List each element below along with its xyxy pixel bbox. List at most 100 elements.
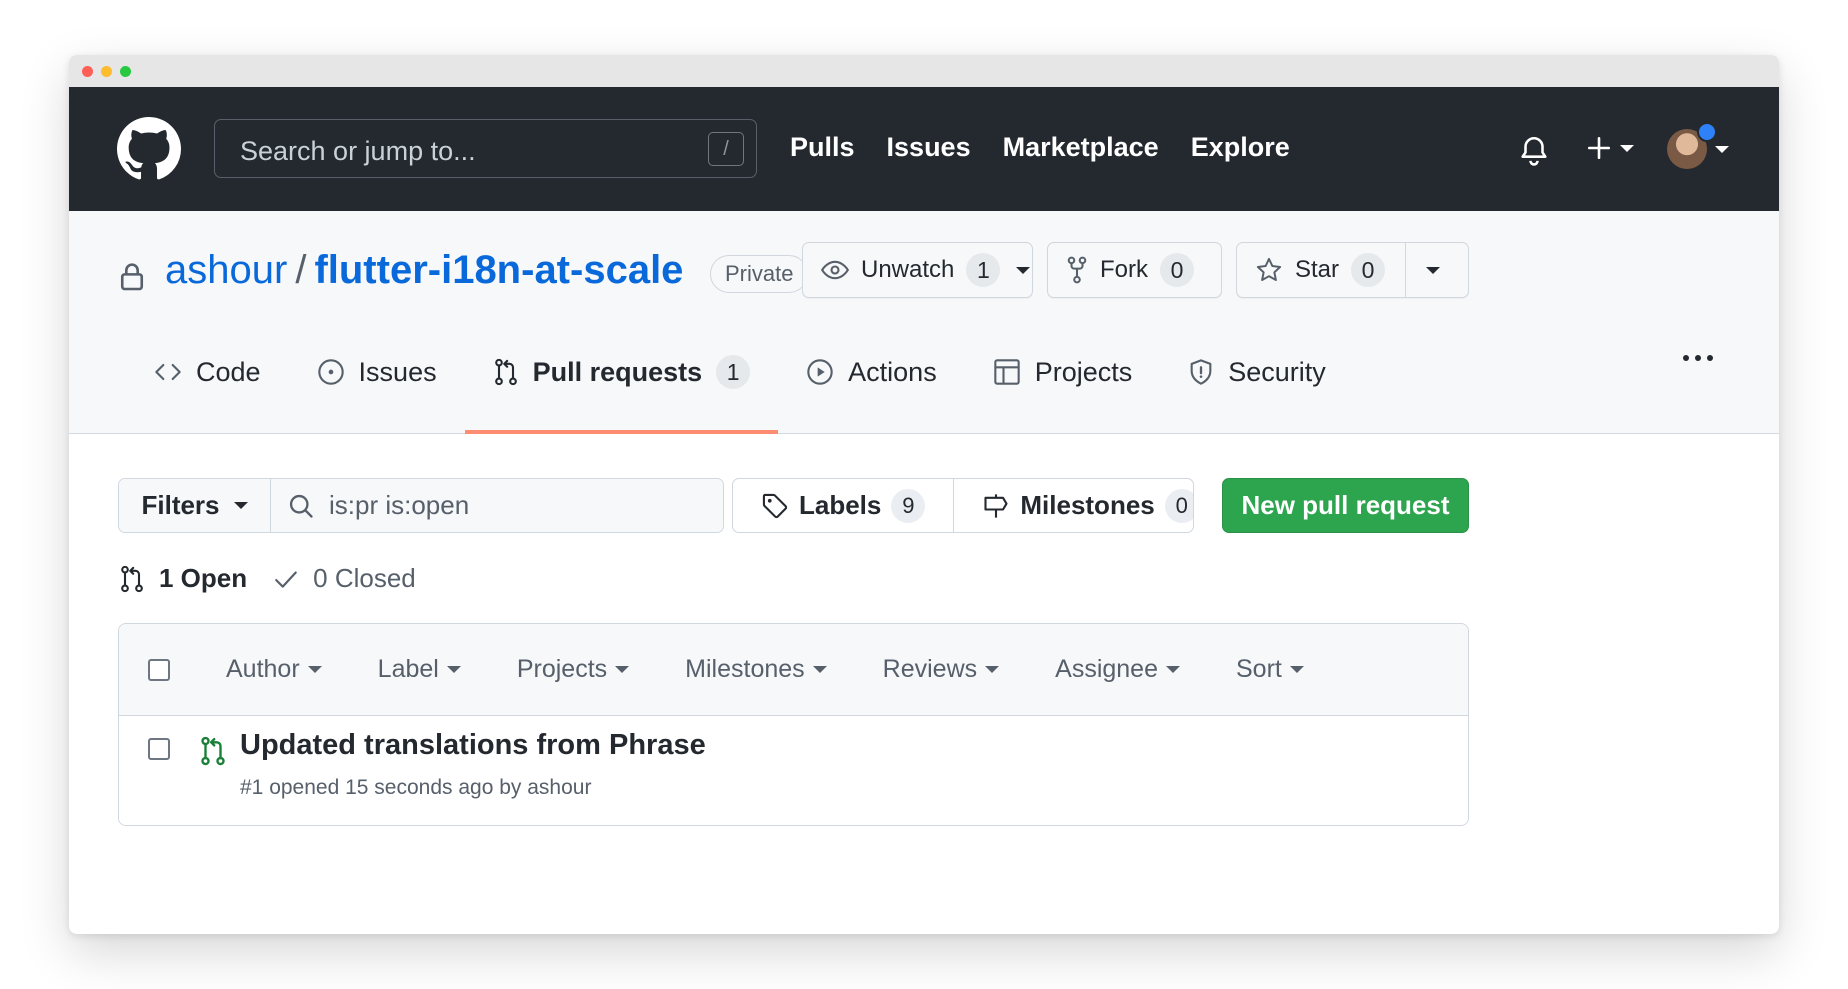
unwatch-button[interactable]: Unwatch 1: [803, 243, 1010, 297]
unread-indicator-dot: [1697, 122, 1717, 142]
git-pull-request-open-icon: [201, 736, 225, 766]
list-header-filters: Author Label Projects Milestones Reviews…: [226, 624, 1304, 715]
fork-label: Fork: [1100, 256, 1148, 283]
lock-icon: [120, 263, 144, 291]
tab-issues-label: Issues: [358, 356, 437, 387]
pr-title-link[interactable]: Updated translations from Phrase: [240, 729, 706, 762]
window-titlebar: [69, 55, 1779, 87]
close-window-button[interactable]: [82, 66, 93, 77]
tab-actions-label: Actions: [848, 356, 937, 387]
check-icon: [275, 570, 297, 588]
milestones-label: Milestones: [1020, 490, 1155, 520]
author-filter-dropdown[interactable]: Author: [226, 655, 322, 684]
table-icon: [993, 359, 1020, 385]
author-filter-label: Author: [226, 655, 300, 683]
milestones-button[interactable]: Milestones 0: [953, 479, 1193, 532]
shield-icon: [1190, 359, 1212, 385]
nav-issues[interactable]: Issues: [887, 132, 971, 163]
caret-down-icon: [1426, 266, 1441, 274]
filters-label: Filters: [141, 490, 220, 520]
filters-dropdown[interactable]: Filters: [119, 479, 271, 532]
pr-select-checkbox[interactable]: [148, 738, 170, 760]
open-prs-link[interactable]: 1 Open: [119, 563, 247, 594]
tab-security[interactable]: Security: [1160, 324, 1354, 420]
sort-dropdown[interactable]: Sort: [1236, 655, 1304, 684]
repo-title: ashour / flutter-i18n-at-scale: [165, 248, 683, 293]
list-item: Updated translations from Phrase #1 open…: [119, 716, 1468, 825]
tab-pull-requests[interactable]: Pull requests 1: [464, 324, 779, 434]
minimize-window-button[interactable]: [101, 66, 112, 77]
caret-down-icon: [615, 666, 630, 673]
pull-requests-count: 1: [716, 355, 751, 389]
assignee-filter-dropdown[interactable]: Assignee: [1055, 655, 1180, 684]
search-shortcut-key: /: [708, 132, 744, 166]
global-search-input[interactable]: Search or jump to... /: [214, 119, 757, 178]
git-pull-request-icon: [494, 358, 517, 386]
milestones-filter-label: Milestones: [685, 655, 805, 683]
tab-code-label: Code: [196, 356, 261, 387]
github-logo-icon[interactable]: [117, 117, 181, 181]
reviews-filter-dropdown[interactable]: Reviews: [883, 655, 1000, 684]
tab-issues[interactable]: Issues: [289, 324, 465, 420]
milestones-filter-dropdown[interactable]: Milestones: [685, 655, 827, 684]
caret-down-icon: [1715, 145, 1729, 153]
nav-pulls[interactable]: Pulls: [790, 132, 855, 163]
nav-marketplace[interactable]: Marketplace: [1003, 132, 1159, 163]
more-tabs-button[interactable]: [1683, 355, 1713, 361]
unwatch-label: Unwatch: [861, 256, 955, 283]
create-new-dropdown[interactable]: [1586, 135, 1634, 161]
play-icon: [807, 359, 833, 385]
tab-projects[interactable]: Projects: [965, 324, 1161, 420]
tab-actions[interactable]: Actions: [778, 324, 965, 420]
pull-request-search-input[interactable]: is:pr is:open: [271, 479, 723, 532]
caret-down-icon: [1166, 666, 1180, 673]
milestones-count: 0: [1164, 488, 1193, 523]
star-label: Star: [1295, 256, 1340, 283]
watchers-count: 1: [966, 253, 1001, 287]
kebab-dot: [1707, 355, 1713, 361]
repo-tabs: Code Issues Pull requests 1 Actions Proj…: [126, 324, 1354, 434]
select-all-checkbox[interactable]: [148, 659, 170, 681]
eye-icon: [821, 260, 849, 280]
repo-owner-link[interactable]: ashour: [165, 248, 287, 293]
kebab-dot: [1683, 355, 1689, 361]
issue-opened-icon: [317, 359, 344, 385]
notifications-bell-icon[interactable]: [1517, 133, 1551, 169]
plus-icon: [1587, 136, 1611, 160]
pr-meta: #1 opened 15 seconds ago by ashour: [240, 776, 592, 799]
pr-state-toggle: 1 Open 0 Closed: [119, 563, 416, 594]
star-icon: [1256, 257, 1282, 282]
visibility-badge: Private: [710, 255, 809, 293]
caret-down-icon: [307, 666, 322, 673]
nav-explore[interactable]: Explore: [1191, 132, 1290, 163]
caret-down-icon: [1289, 666, 1304, 673]
fork-button[interactable]: Fork 0: [1047, 242, 1222, 298]
caret-down-icon: [1016, 266, 1031, 274]
milestone-icon: [984, 493, 1008, 518]
sort-label: Sort: [1236, 655, 1282, 683]
label-filter-dropdown[interactable]: Label: [378, 655, 461, 684]
caret-down-icon: [1620, 144, 1634, 152]
caret-down-icon: [446, 666, 461, 673]
star-button[interactable]: Star 0: [1237, 243, 1405, 297]
watch-options-dropdown[interactable]: [1010, 243, 1044, 297]
code-icon: [155, 363, 181, 381]
tag-icon: [762, 493, 788, 518]
zoom-window-button[interactable]: [120, 66, 131, 77]
closed-prs-link[interactable]: 0 Closed: [273, 563, 416, 594]
list-header: Author Label Projects Milestones Reviews…: [119, 624, 1468, 716]
browser-window: Search or jump to... / Pulls Issues Mark…: [69, 55, 1779, 934]
git-pull-request-icon: [121, 565, 143, 592]
search-placeholder: Search or jump to...: [240, 136, 476, 166]
repo-header: ashour / flutter-i18n-at-scale Private U…: [69, 211, 1779, 434]
tab-pull-requests-label: Pull requests: [532, 356, 703, 387]
repo-name-link[interactable]: flutter-i18n-at-scale: [314, 248, 683, 293]
star-lists-dropdown[interactable]: [1406, 243, 1460, 297]
new-pull-request-button[interactable]: New pull request: [1222, 478, 1469, 533]
labels-button[interactable]: Labels 9: [733, 479, 953, 532]
forks-count: 0: [1160, 253, 1194, 287]
tab-code[interactable]: Code: [126, 324, 289, 420]
tab-projects-label: Projects: [1034, 356, 1133, 387]
assignee-filter-label: Assignee: [1055, 655, 1158, 683]
projects-filter-dropdown[interactable]: Projects: [517, 655, 630, 684]
